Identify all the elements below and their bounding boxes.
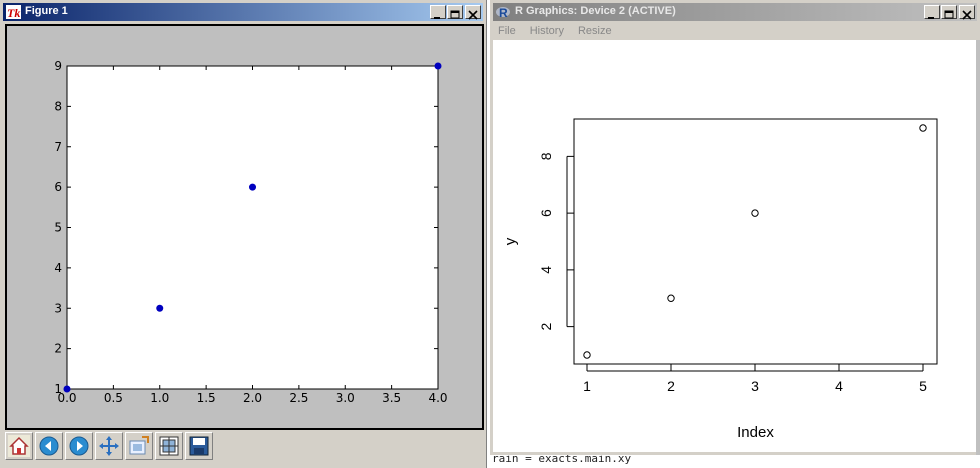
r-graphics-window: R R Graphics: Device 2 (ACTIVE) File His… (489, 0, 980, 455)
r-y-tick-label: 8 (538, 152, 554, 160)
zoom-icon (129, 436, 149, 455)
forward-icon (69, 436, 89, 456)
r-maximize-button[interactable] (941, 5, 957, 19)
r-logo-icon: R (496, 6, 510, 19)
configure-subplots-icon (159, 436, 179, 456)
navigation-toolbar (5, 432, 215, 464)
r-plot-box (573, 118, 938, 365)
maximize-icon (450, 10, 460, 19)
back-icon (39, 436, 59, 456)
r-data-point (583, 351, 591, 359)
r-y-tick-label: 6 (538, 209, 554, 217)
x-tick-label: 0.5 (104, 391, 123, 405)
y-tick-label: 6 (54, 180, 62, 194)
x-tick-label: 4.0 (428, 391, 447, 405)
minimize-button[interactable] (430, 5, 446, 19)
r-data-point (667, 294, 675, 302)
x-tick-label: 1.0 (150, 391, 169, 405)
pan-button[interactable] (95, 432, 123, 460)
minimize-icon (434, 17, 440, 19)
zoom-button[interactable] (125, 432, 153, 460)
r-device-titlebar[interactable]: R R Graphics: Device 2 (ACTIVE) (493, 3, 977, 21)
figure-window: Tk Figure 1 0.0 0.5 1.0 1.5 2.0 2.5 3.0 3.5 4.0 1… (0, 0, 487, 468)
menu-history[interactable]: History (530, 25, 564, 37)
y-tick-label: 5 (54, 221, 62, 235)
r-device-canvas[interactable]: 1 2 3 4 5 2 4 6 8 Index y (493, 40, 976, 452)
figure-titlebar[interactable]: Tk Figure 1 (3, 3, 483, 21)
r-y-tick-label: 4 (538, 266, 554, 274)
r-close-button[interactable] (959, 5, 975, 20)
background-window-edge (976, 40, 980, 455)
y-tick-label: 8 (54, 99, 62, 113)
configure-subplots-button[interactable] (155, 432, 183, 460)
y-tick-label: 7 (54, 140, 62, 154)
r-x-tick-label: 3 (751, 378, 759, 394)
y-tick-label: 9 (54, 59, 62, 73)
data-point (156, 304, 164, 312)
menu-file[interactable]: File (498, 25, 516, 37)
r-x-axis-label: Index (737, 424, 774, 441)
home-button[interactable] (5, 432, 33, 460)
data-point (249, 183, 256, 191)
r-x-tick-label: 4 (835, 378, 843, 394)
close-icon (962, 10, 972, 20)
data-point (434, 62, 442, 70)
r-x-tick-label: 5 (919, 378, 927, 394)
close-button[interactable] (465, 5, 481, 20)
minimize-icon (928, 17, 934, 19)
save-icon (189, 436, 209, 456)
r-device-title: R Graphics: Device 2 (ACTIVE) (515, 5, 676, 17)
tk-icon: Tk (6, 5, 21, 19)
x-tick-label: 2.5 (289, 391, 308, 405)
y-tick-label: 3 (54, 301, 62, 315)
forward-button[interactable] (65, 432, 93, 460)
r-x-tick-label: 2 (667, 378, 675, 394)
y-tick-label: 4 (54, 261, 62, 275)
plot-axes (66, 65, 439, 390)
pan-icon (99, 436, 119, 456)
x-tick-label: 1.5 (197, 391, 216, 405)
figure-plot: 0.0 0.5 1.0 1.5 2.0 2.5 3.0 3.5 4.0123456789 (54, 59, 447, 405)
svg-text:R: R (499, 6, 508, 19)
r-plot: 1 2 3 4 5 2 4 6 8 Index y (502, 118, 938, 441)
home-icon (8, 435, 30, 457)
data-point (63, 385, 71, 393)
r-x-tick-label: 1 (583, 378, 591, 394)
r-data-point (919, 124, 927, 132)
maximize-icon (944, 10, 954, 19)
back-button[interactable] (35, 432, 63, 460)
x-tick-label: 3.5 (382, 391, 401, 405)
figure-canvas[interactable]: 0.0 0.5 1.0 1.5 2.0 2.5 3.0 3.5 4.0 1 2 3 4 5 6 7 8 9 (5, 24, 484, 430)
figure-title: Figure 1 (25, 5, 68, 17)
r-y-axis-label: y (502, 237, 519, 245)
r-data-point (751, 209, 759, 217)
r-y-tick-label: 2 (538, 323, 554, 331)
svg-text:Tk: Tk (7, 6, 20, 19)
y-tick-label: 1 (54, 382, 62, 396)
y-tick-label: 2 (54, 342, 62, 356)
r-minimize-button[interactable] (924, 5, 940, 19)
x-tick-label: 2.0 (243, 391, 262, 405)
x-tick-label: 3.0 (336, 391, 355, 405)
menu-resize[interactable]: Resize (578, 25, 612, 37)
r-menubar: File History Resize (493, 22, 977, 40)
maximize-button[interactable] (447, 5, 463, 19)
save-button[interactable] (185, 432, 213, 460)
close-icon (468, 10, 478, 20)
